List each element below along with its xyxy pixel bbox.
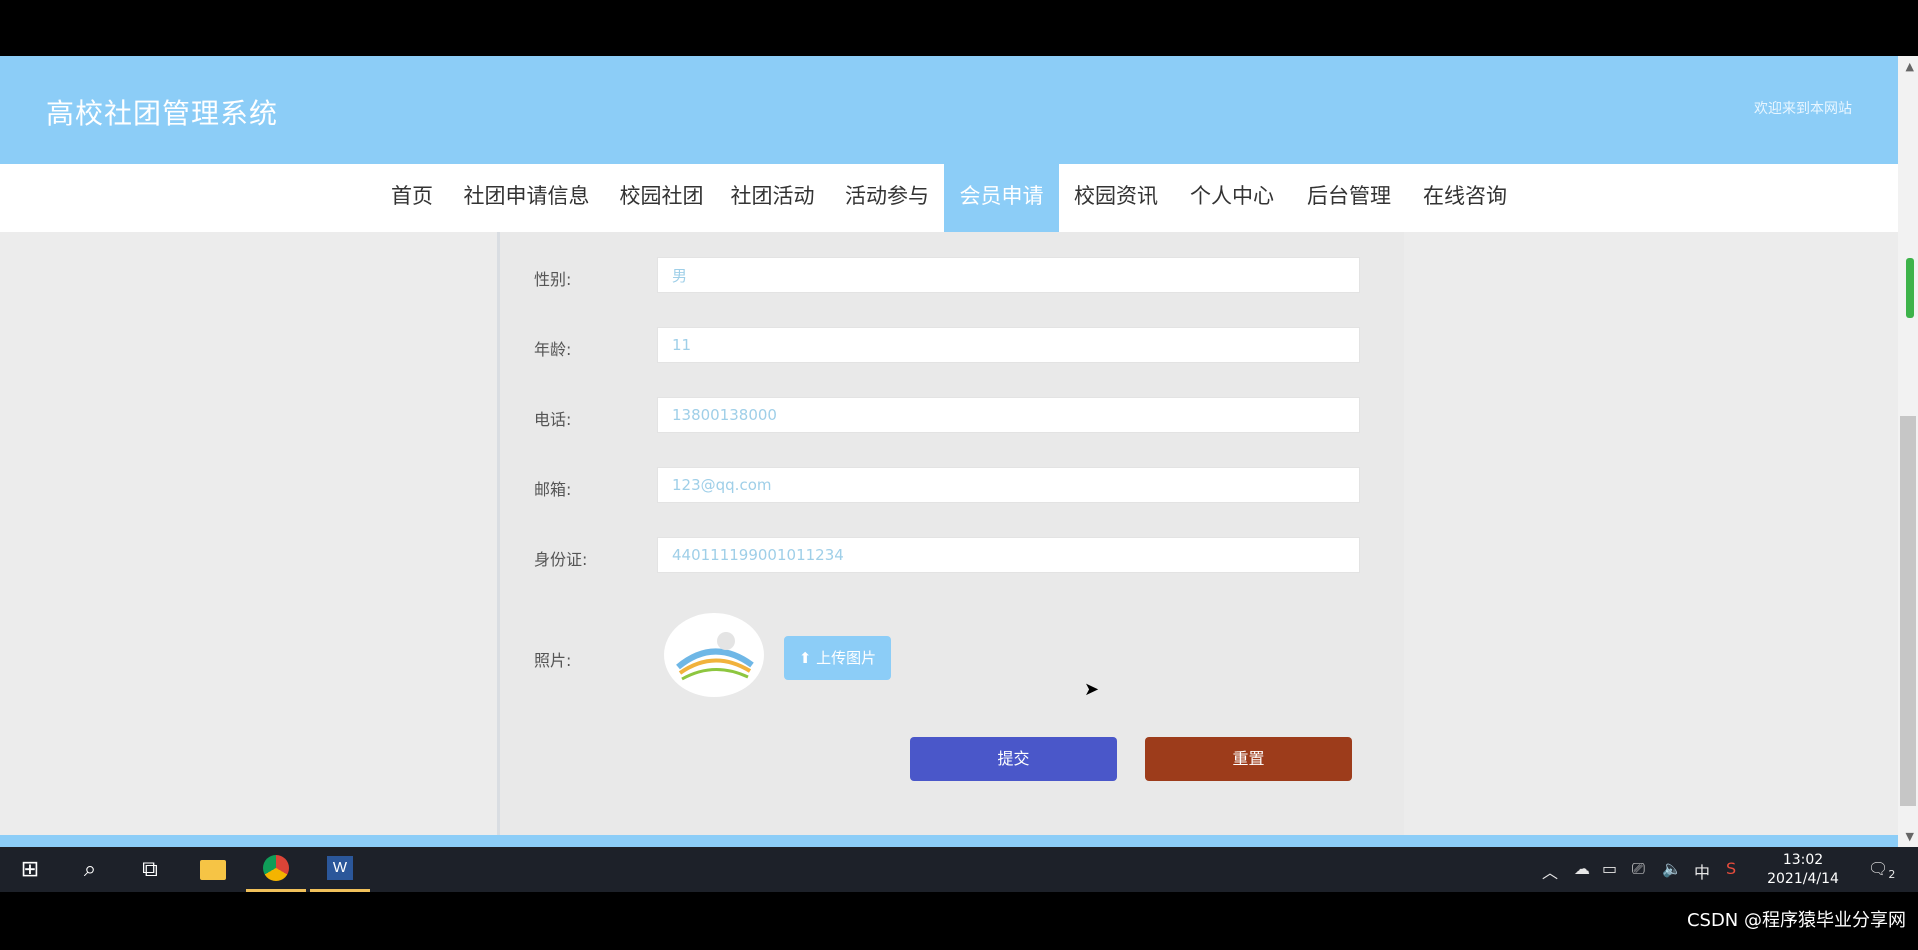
gender-label: 性别: <box>534 270 572 289</box>
windows-start-icon[interactable]: ⊞ <box>0 847 60 892</box>
phone-input[interactable] <box>657 397 1360 433</box>
letterbox-bottom: CSDN @程序猿毕业分享网 <box>0 892 1918 950</box>
scroll-down-arrow-icon[interactable]: ▼ <box>1906 830 1914 843</box>
letterbox-top <box>0 0 1918 56</box>
volume-muted-icon[interactable]: 🔈 <box>1662 859 1682 878</box>
page-scrollbar[interactable]: ▲ ▼ <box>1898 56 1918 847</box>
nav-item-home[interactable]: 首页 <box>381 164 443 232</box>
footer-strip <box>0 835 1898 847</box>
scrollbar-thumb[interactable] <box>1900 416 1916 806</box>
welcome-text: 欢迎来到本网站 <box>1754 101 1852 117</box>
ime-indicator[interactable]: 中 <box>1694 859 1710 883</box>
upload-photo-button[interactable]: ⬆ 上传图片 <box>784 636 891 680</box>
battery-icon[interactable]: ▭ <box>1602 859 1617 878</box>
file-explorer-icon[interactable] <box>183 847 243 892</box>
gender-input[interactable] <box>657 257 1360 293</box>
tray-app-icon[interactable]: ☁ <box>1574 859 1590 878</box>
chrome-icon[interactable] <box>246 847 306 892</box>
nav-item-campus-news[interactable]: 校园资讯 <box>1063 164 1169 232</box>
reset-button[interactable]: 重置 <box>1145 737 1352 781</box>
nav-item-personal-center[interactable]: 个人中心 <box>1179 164 1285 232</box>
email-input[interactable] <box>657 467 1360 503</box>
windows-taskbar: ⊞ ⌕ ⧉ W ︿ ☁ ▭ ⎚ 🔈 中 S 13:02 2021/4/14 🗨2 <box>0 847 1918 892</box>
id-card-label: 身份证: <box>534 550 588 569</box>
taskbar-clock[interactable]: 13:02 2021/4/14 <box>1758 851 1848 889</box>
submit-button[interactable]: 提交 <box>910 737 1117 781</box>
site-title: 高校社团管理系统 <box>46 97 279 130</box>
id-card-input[interactable] <box>657 537 1360 573</box>
age-label: 年龄: <box>534 340 572 359</box>
age-input[interactable] <box>657 327 1360 363</box>
nav-item-online-consult[interactable]: 在线咨询 <box>1412 164 1518 232</box>
main-nav: 首页 社团申请信息 校园社团 社团活动 活动参与 会员申请 校园资讯 个人中心 … <box>0 164 1898 232</box>
scroll-up-arrow-icon[interactable]: ▲ <box>1906 60 1914 73</box>
site-header: 高校社团管理系统 欢迎来到本网站 <box>0 56 1898 164</box>
notification-count: 2 <box>1888 868 1896 882</box>
network-icon[interactable]: ⎚ <box>1632 859 1645 879</box>
clock-time: 13:02 <box>1782 852 1824 868</box>
tray-expand-icon[interactable]: ︿ <box>1542 859 1558 883</box>
sogou-input-icon[interactable]: S <box>1726 859 1736 878</box>
nav-item-member-application[interactable]: 会员申请 <box>944 164 1059 232</box>
mouse-cursor-icon: ➤ <box>1084 679 1100 700</box>
upload-icon: ⬆ <box>798 649 817 667</box>
scroll-indicator <box>1906 258 1914 318</box>
nav-item-activity-participation[interactable]: 活动参与 <box>834 164 940 232</box>
upload-photo-label: 上传图片 <box>816 649 877 667</box>
clock-date: 2021/4/14 <box>1767 871 1839 887</box>
word-icon[interactable]: W <box>310 847 370 892</box>
notification-icon[interactable]: 🗨2 <box>1868 859 1895 881</box>
search-icon[interactable]: ⌕ <box>60 847 120 892</box>
photo-label: 照片: <box>534 651 572 670</box>
phone-label: 电话: <box>534 410 572 429</box>
csdn-watermark: CSDN @程序猿毕业分享网 <box>1686 910 1906 931</box>
nav-item-club-application-info[interactable]: 社团申请信息 <box>454 164 599 232</box>
nav-item-admin[interactable]: 后台管理 <box>1296 164 1402 232</box>
email-label: 邮箱: <box>534 480 572 499</box>
nav-item-campus-clubs[interactable]: 校园社团 <box>611 164 712 232</box>
task-view-icon[interactable]: ⧉ <box>120 847 180 892</box>
nav-item-club-activities[interactable]: 社团活动 <box>722 164 823 232</box>
browser-viewport: 高校社团管理系统 欢迎来到本网站 首页 社团申请信息 校园社团 社团活动 活动参… <box>0 56 1918 847</box>
photo-preview-image <box>664 613 764 697</box>
